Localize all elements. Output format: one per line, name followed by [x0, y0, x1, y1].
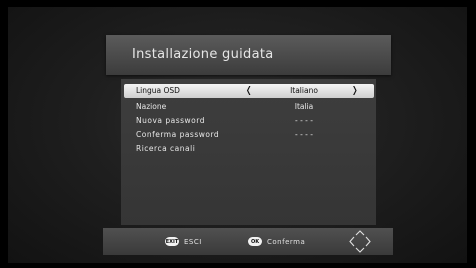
menu-row-nuova-password[interactable]: Nuova password - - - - [124, 114, 374, 128]
exit-hint-label: ESCI [184, 237, 202, 246]
menu-row-label: Nuova password [136, 116, 205, 125]
menu-row-ricerca-canali[interactable]: Ricerca canali [124, 142, 374, 156]
ok-key-icon: OK [248, 237, 262, 246]
menu-row-label: Lingua OSD [136, 86, 180, 95]
menu-row-lingua-osd[interactable]: Lingua OSD ❬ Italiano ❭ [124, 84, 374, 98]
tv-screen: Installazione guidata Lingua OSD ❬ Itali… [8, 7, 467, 263]
title-bar: Installazione guidata [106, 35, 391, 75]
exit-hint[interactable]: EXIT ESCI [165, 235, 202, 248]
page-title: Installazione guidata [132, 47, 274, 62]
exit-key-icon: EXIT [165, 237, 179, 246]
menu-row-label: Nazione [136, 102, 167, 111]
ok-hint-label: Conferma [267, 237, 306, 246]
settings-panel: Lingua OSD ❬ Italiano ❭ Nazione Italia N… [121, 79, 376, 225]
menu-row-value: Italia [294, 102, 314, 111]
dpad-arrows-icon [349, 230, 371, 253]
menu-row-label: Ricerca canali [136, 144, 196, 153]
footer-hints: EXIT ESCI OK Conferma [103, 228, 393, 255]
menu-row-value: Italiano [290, 86, 318, 95]
menu-row-label: Conferma password [136, 130, 220, 139]
chevron-left-icon[interactable]: ❬ [245, 84, 253, 98]
menu-row-nazione[interactable]: Nazione Italia [124, 100, 374, 114]
menu-row-value: - - - - [295, 116, 313, 125]
menu-row-value: - - - - [295, 130, 313, 139]
ok-hint[interactable]: OK Conferma [248, 235, 305, 248]
menu-row-conferma-password[interactable]: Conferma password - - - - [124, 128, 374, 142]
chevron-right-icon[interactable]: ❭ [351, 84, 359, 98]
